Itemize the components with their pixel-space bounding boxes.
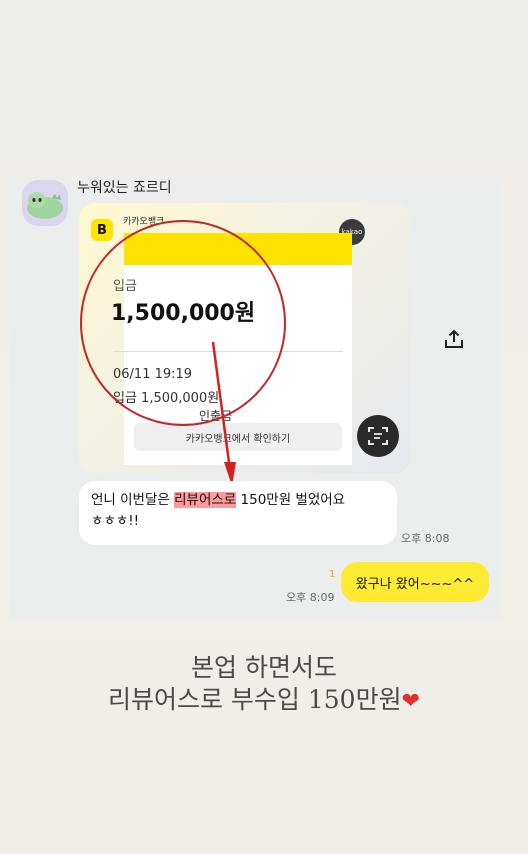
outgoing-message-text: 왔구나 왔어~~~^^	[355, 576, 475, 592]
message-highlight: 리뷰어스로	[174, 492, 237, 508]
card-yellow-band	[124, 233, 352, 265]
jordy-dinosaur-icon	[27, 192, 63, 219]
story-caption: 본업 하면서도 리뷰어스로 부수입 150만원❤	[0, 652, 528, 718]
message-text-after: 150만원 벌었어요	[236, 492, 346, 508]
caption-line2: 리뷰어스로 부수입 150만원❤	[0, 684, 528, 718]
scan-text-icon	[368, 427, 388, 445]
message-text-before: 언니 이번달은	[91, 492, 175, 508]
confirm-in-kakaobank-button[interactable]: 카카오뱅크에서 확인하기	[134, 423, 342, 451]
heart-icon: ❤	[401, 689, 421, 714]
avatar[interactable]	[22, 180, 68, 226]
deposit-label: 입금	[113, 279, 137, 294]
kakaobank-logo-icon: B	[91, 219, 113, 241]
sender-name: 누워있는 죠르디	[77, 180, 172, 196]
outgoing-message-bubble[interactable]: 왔구나 왔어~~~^^	[341, 562, 489, 602]
share-button[interactable]	[440, 325, 468, 353]
incoming-message-bubble[interactable]: 언니 이번달은 리뷰어스로 150만원 벌었어요 ㅎㅎㅎ!!	[79, 481, 397, 545]
message-line2: ㅎㅎㅎ!!	[91, 513, 140, 529]
caption-line1: 본업 하면서도	[191, 653, 337, 682]
deposit-amount: 1,500,000원	[111, 301, 256, 326]
caption-line2-text: 리뷰어스로 부수입 150만원	[107, 685, 402, 714]
transaction-deposit-line: 입금 1,500,000원	[113, 391, 220, 406]
transaction-auth-line: 인출금	[199, 409, 233, 423]
text-scan-button[interactable]	[357, 415, 399, 457]
card-divider	[113, 351, 343, 352]
share-icon	[445, 329, 463, 348]
outgoing-message-time: 오후 8:09	[286, 591, 335, 604]
incoming-message-time: 오후 8:08	[401, 532, 450, 545]
card-source-label: 카카오뱅크	[123, 217, 165, 227]
unread-count: 1	[329, 569, 336, 580]
transaction-datetime: 06/11 19:19	[113, 367, 193, 382]
